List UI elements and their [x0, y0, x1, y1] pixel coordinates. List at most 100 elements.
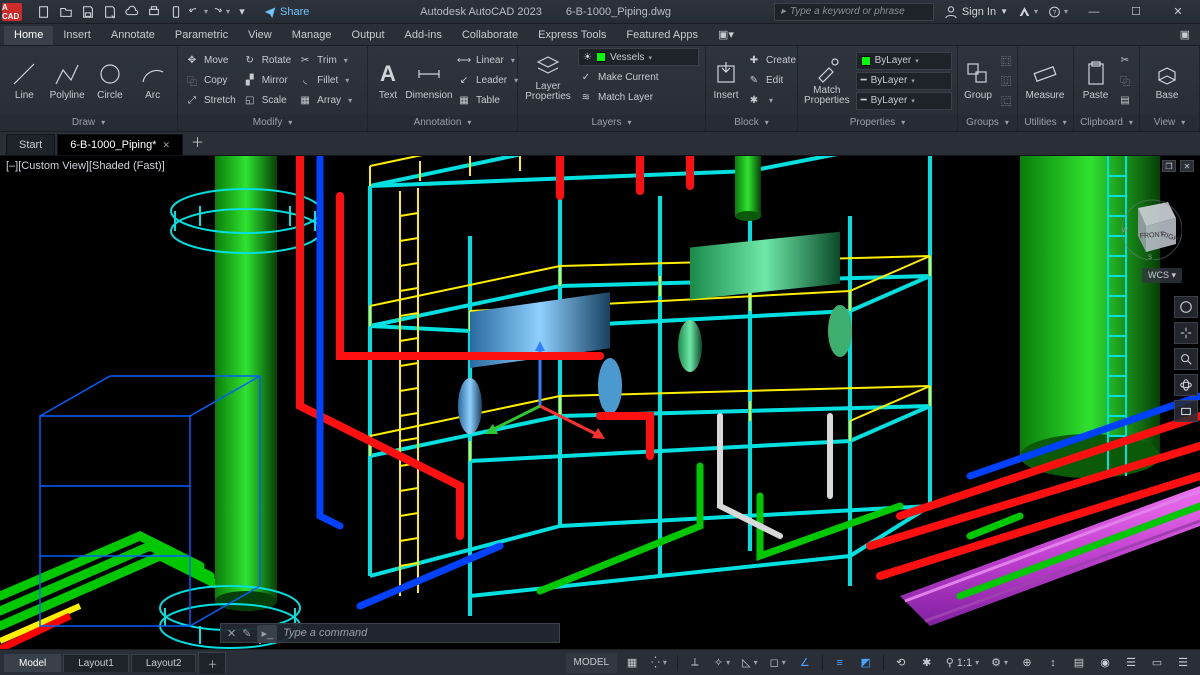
minimize-button[interactable]: —	[1078, 1, 1110, 23]
qat-cloud-icon[interactable]	[122, 3, 142, 21]
tab-view[interactable]: View	[238, 26, 282, 45]
status-lineweight-icon[interactable]: ≡	[829, 653, 851, 673]
make-current-button[interactable]: ✓Make Current	[578, 68, 699, 86]
panel-properties-title[interactable]: Properties	[798, 115, 957, 131]
layout-tab-model[interactable]: Model	[4, 654, 61, 672]
group-edit-icon[interactable]: ⿴	[998, 52, 1014, 70]
panel-block-title[interactable]: Block	[706, 115, 797, 131]
array-button[interactable]: ▦Array	[297, 92, 352, 110]
match-properties-button[interactable]: Match Properties	[804, 56, 850, 106]
qat-saveas-icon[interactable]	[100, 3, 120, 21]
status-otrack-icon[interactable]: ∠	[794, 653, 816, 673]
layer-dropdown[interactable]: ☀Vessels	[578, 48, 699, 66]
qat-new-icon[interactable]	[34, 3, 54, 21]
file-tab-active[interactable]: 6-B-1000_Piping*✕	[57, 134, 183, 155]
panel-modify-title[interactable]: Modify	[178, 115, 367, 131]
cut-icon[interactable]: ✂	[1117, 52, 1133, 70]
panel-groups-title[interactable]: Groups	[958, 115, 1017, 131]
status-isolate-icon[interactable]: ☰	[1120, 653, 1142, 673]
rotate-button[interactable]: ↻Rotate	[242, 52, 291, 70]
drawing-viewport[interactable]: [–][Custom View][Shaded (Fast)] – ❐ ✕	[0, 156, 1200, 649]
signin-button[interactable]: Sign In ▼	[944, 5, 1008, 19]
match-layer-button[interactable]: ≋Match Layer	[578, 88, 699, 106]
insert-button[interactable]: Insert	[712, 60, 740, 101]
status-cleanscreen-icon[interactable]: ▭	[1146, 653, 1168, 673]
status-hardware-icon[interactable]: ◉	[1094, 653, 1116, 673]
nav-zoom-icon[interactable]	[1174, 348, 1198, 370]
status-osnap-icon[interactable]: ◻	[766, 653, 790, 673]
line-button[interactable]: Line	[6, 60, 43, 101]
layout-tab-new[interactable]: ＋	[198, 652, 226, 674]
tab-parametric[interactable]: Parametric	[165, 26, 238, 45]
leader-button[interactable]: ↙Leader	[456, 72, 518, 90]
status-model-button[interactable]: MODEL	[566, 653, 618, 673]
help-search-input[interactable]: ▸ Type a keyword or phrase	[774, 3, 934, 21]
qat-undo-icon[interactable]	[188, 3, 208, 21]
group-ungroup-icon[interactable]: ⿶	[998, 72, 1014, 90]
group-select-icon[interactable]: ⿷	[998, 92, 1014, 110]
status-annomonitor-icon[interactable]: ⊕	[1016, 653, 1038, 673]
text-button[interactable]: AText	[374, 60, 402, 101]
wcs-label[interactable]: WCS ▾	[1142, 268, 1182, 283]
tab-addins[interactable]: Add-ins	[395, 26, 452, 45]
command-line[interactable]: ✕ ✎ ▸_ Type a command	[220, 623, 560, 643]
stretch-button[interactable]: ⤢Stretch	[184, 92, 236, 110]
tab-annotate[interactable]: Annotate	[101, 26, 165, 45]
table-button[interactable]: ▦Table	[456, 92, 518, 110]
status-annoscale-icon[interactable]: ⚲ 1:1	[942, 653, 983, 673]
share-button[interactable]: Share	[256, 6, 317, 18]
layer-properties-button[interactable]: Layer Properties	[524, 52, 572, 102]
panel-clipboard-title[interactable]: Clipboard	[1074, 115, 1139, 131]
panel-annotation-title[interactable]: Annotation	[368, 115, 517, 131]
maximize-button[interactable]: ☐	[1120, 1, 1152, 23]
close-tab-icon[interactable]: ✕	[162, 140, 170, 151]
tab-express[interactable]: Express Tools	[528, 26, 616, 45]
group-button[interactable]: Group	[964, 60, 992, 101]
circle-button[interactable]: Circle	[92, 60, 129, 101]
status-grid-icon[interactable]: ▦	[621, 653, 643, 673]
status-quickprops-icon[interactable]: ▤	[1068, 653, 1090, 673]
cmd-close-icon[interactable]: ✕	[227, 627, 236, 640]
panel-view-title[interactable]: View	[1140, 115, 1199, 131]
ribbon-minimize-icon[interactable]: ▣	[1170, 25, 1200, 45]
status-transparency-icon[interactable]: ◩	[855, 653, 877, 673]
qat-customize-icon[interactable]: ▾	[232, 3, 252, 21]
nav-pan-icon[interactable]	[1174, 322, 1198, 344]
mirror-button[interactable]: ▞Mirror	[242, 72, 291, 90]
scale-button[interactable]: ◱Scale	[242, 92, 291, 110]
measure-button[interactable]: Measure	[1024, 60, 1066, 101]
nav-orbit-icon[interactable]	[1174, 374, 1198, 396]
color-dropdown[interactable]: ByLayer	[856, 52, 952, 70]
tab-collaborate[interactable]: Collaborate	[452, 26, 528, 45]
arc-button[interactable]: Arc	[134, 60, 171, 101]
paste-special-icon[interactable]: ▤	[1117, 92, 1133, 110]
new-tab-button[interactable]: ＋	[185, 128, 205, 155]
tab-manage[interactable]: Manage	[282, 26, 342, 45]
qat-open-icon[interactable]	[56, 3, 76, 21]
nav-fullnav-icon[interactable]	[1174, 296, 1198, 318]
panel-layers-title[interactable]: Layers	[518, 115, 705, 131]
qat-redo-icon[interactable]	[210, 3, 230, 21]
close-button[interactable]: ✕	[1162, 1, 1194, 23]
edit-block-button[interactable]: ✎Edit	[746, 72, 796, 90]
status-units-icon[interactable]: ↕	[1042, 653, 1064, 673]
qat-plot-icon[interactable]	[144, 3, 164, 21]
lineweight-dropdown[interactable]: ━ByLayer	[856, 72, 952, 90]
qat-save-icon[interactable]	[78, 3, 98, 21]
polyline-button[interactable]: Polyline	[49, 60, 86, 101]
tab-output[interactable]: Output	[342, 26, 395, 45]
status-cycling-icon[interactable]: ⟲	[890, 653, 912, 673]
panel-utilities-title[interactable]: Utilities	[1018, 115, 1073, 131]
move-button[interactable]: ✥Move	[184, 52, 236, 70]
file-tab-start[interactable]: Start	[6, 134, 55, 155]
linetype-dropdown[interactable]: ━ByLayer	[856, 92, 952, 110]
block-attributes-button[interactable]: ✱	[746, 92, 796, 110]
status-customize-icon[interactable]: ☰	[1172, 653, 1194, 673]
linear-button[interactable]: ⟷Linear	[456, 52, 518, 70]
create-block-button[interactable]: ✚Create	[746, 52, 796, 70]
tab-featured[interactable]: Featured Apps	[616, 26, 708, 45]
layout-tab-layout2[interactable]: Layout2	[131, 654, 197, 672]
viewcube[interactable]: FRONT RIGHT S W	[1118, 196, 1182, 260]
base-view-button[interactable]: Base	[1146, 60, 1188, 101]
tab-insert[interactable]: Insert	[53, 26, 101, 45]
